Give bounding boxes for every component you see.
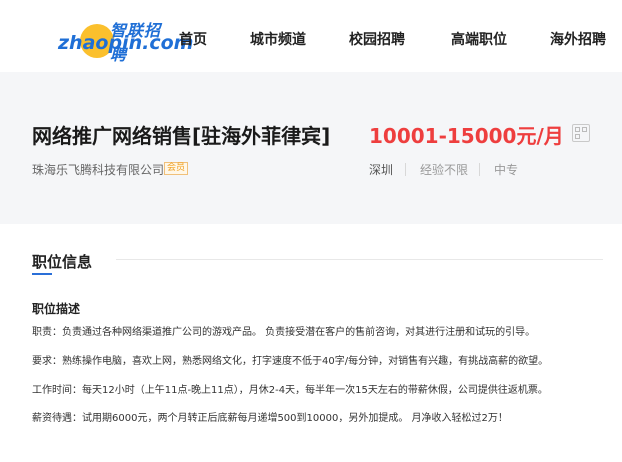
job-description-heading: 职位描述 — [32, 302, 81, 316]
nav-high-end-jobs[interactable]: 高端职位 — [451, 29, 507, 49]
job-description-line: 要求：熟练操作电脑，喜欢上网，熟悉网络文化，打字速度不低于40字/每分钟，对销售… — [32, 356, 549, 367]
company-name-link[interactable]: 珠海乐飞腾科技有限公司 — [32, 161, 164, 178]
meta-divider — [479, 163, 480, 176]
nav-home[interactable]: 首页 — [179, 29, 207, 49]
job-city: 深圳 — [369, 163, 394, 177]
salary: 10001-15000元/月 — [369, 124, 564, 148]
job-title: 网络推广网络销售[驻海外菲律宾] — [32, 124, 331, 148]
job-education: 中专 — [494, 163, 519, 177]
section-divider — [116, 259, 603, 260]
meta-divider — [405, 163, 406, 176]
section-title-job-info: 职位信息 — [32, 253, 93, 271]
section-title-underline — [32, 273, 52, 275]
qr-code-icon[interactable] — [572, 124, 590, 142]
job-description-line: 薪资待遇：试用期6000元，两个月转正后底薪每月递增500到10000，另外加提… — [32, 413, 508, 424]
job-description-line: 职责：负责通过各种网络渠道推广公司的游戏产品。 负责接受潜在客户的售前咨询，对其… — [32, 327, 536, 338]
job-description-line: 工作时间：每天12小时（上午11点-晚上11点），月休2-4天，每半年一次15天… — [32, 385, 548, 396]
nav-city-channel[interactable]: 城市频道 — [250, 29, 306, 49]
member-badge: 会员 — [164, 162, 189, 175]
site-header: 智联招聘 zhaopin.com 首页 城市频道 校园招聘 高端职位 海外招聘 — [0, 0, 622, 72]
nav-overseas-recruit[interactable]: 海外招聘 — [550, 29, 606, 49]
zhaopin-logo[interactable]: 智联招聘 zhaopin.com — [58, 16, 193, 64]
nav-campus-recruit[interactable]: 校园招聘 — [349, 29, 405, 49]
logo-english: zhaopin.com — [58, 32, 194, 54]
job-experience: 经验不限 — [420, 163, 469, 177]
